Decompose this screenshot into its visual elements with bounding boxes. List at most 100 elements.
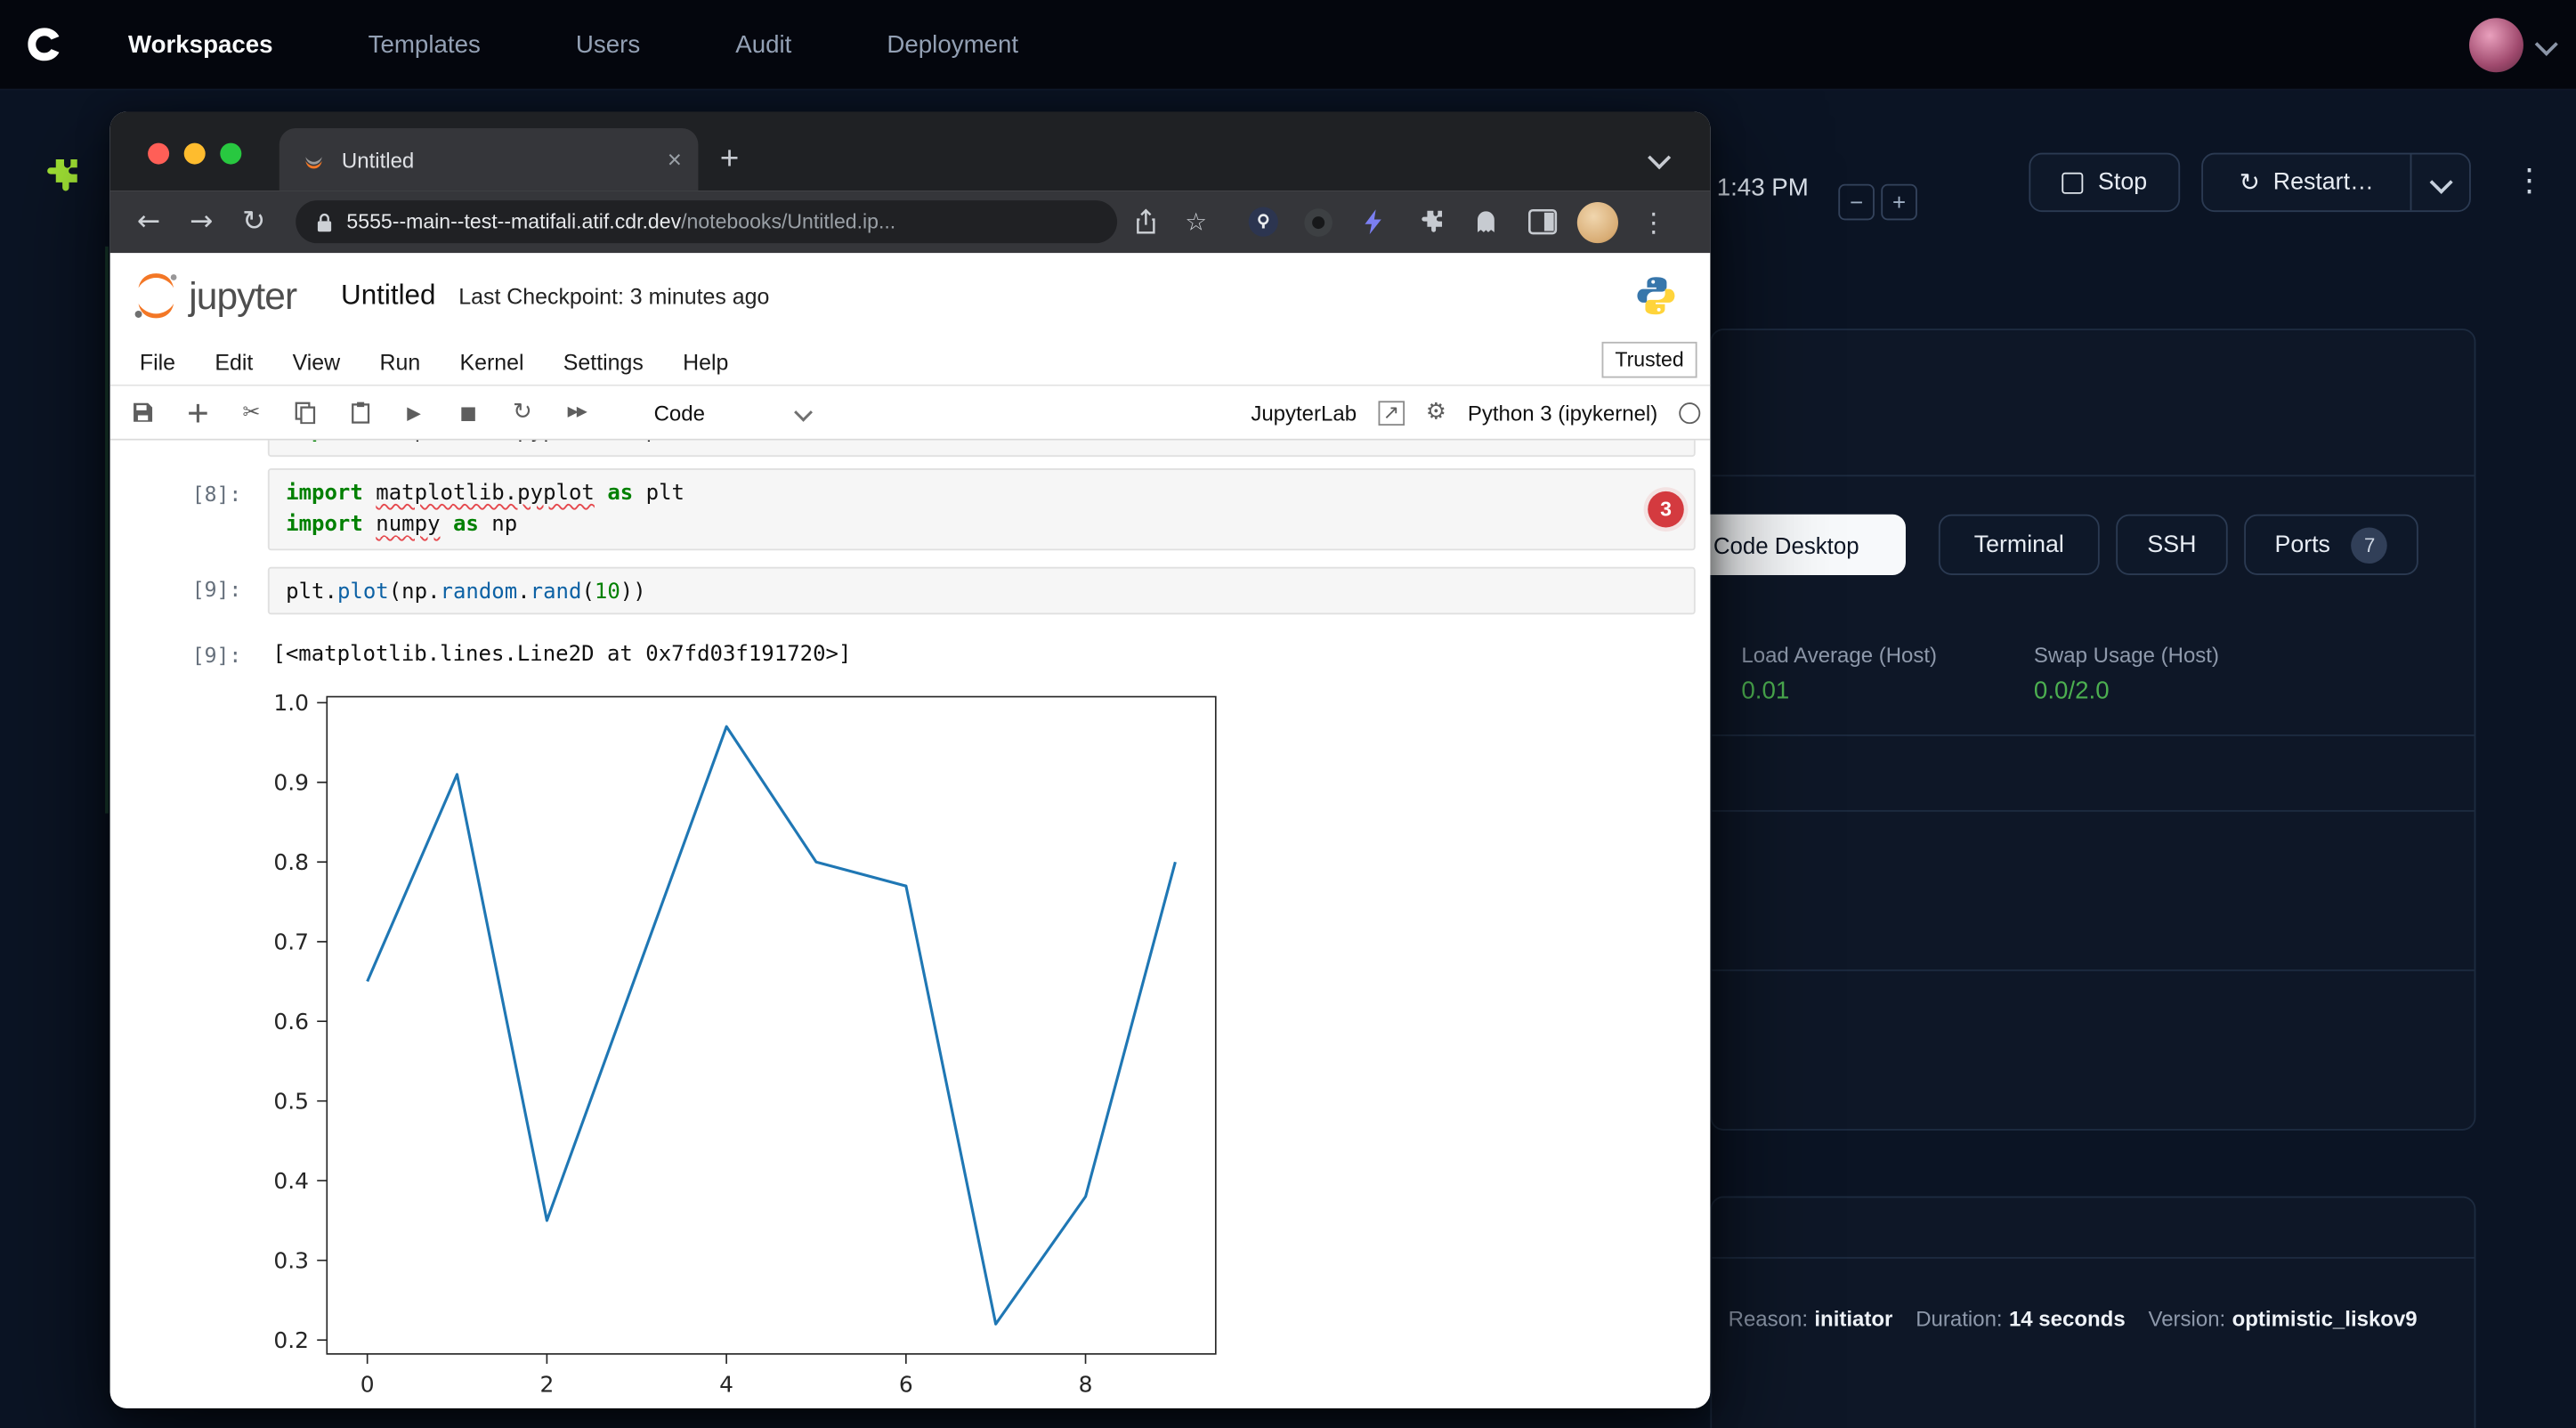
ghost-extension-icon[interactable] xyxy=(1465,201,1506,242)
cut-cells-button[interactable]: ✂ xyxy=(231,393,271,432)
cell-9-editor[interactable]: plt.plot(np.random.rand(10)) xyxy=(268,567,1696,615)
jupyter-menubar: File Edit View Run Kernel Settings Help … xyxy=(110,338,1711,386)
tab-close-icon[interactable]: × xyxy=(668,145,682,173)
terminal-button[interactable]: Terminal xyxy=(1939,515,2100,575)
interrupt-kernel-button[interactable]: ■ xyxy=(449,393,488,432)
ports-button[interactable]: Ports 7 xyxy=(2244,515,2418,575)
extensions-puzzle-icon[interactable] xyxy=(1410,201,1451,242)
browser-tab-untitled[interactable]: Untitled × xyxy=(279,128,699,191)
add-cell-button[interactable] xyxy=(177,393,216,432)
svg-text:0.8: 0.8 xyxy=(273,849,309,875)
copy-cells-button[interactable] xyxy=(286,393,325,432)
build-duration: Duration:14 seconds xyxy=(1916,1306,2125,1331)
cell-type-select[interactable]: Code xyxy=(637,393,828,432)
svg-text:6: 6 xyxy=(899,1371,913,1397)
panel-divider xyxy=(1712,475,2474,476)
swap-usage-value: 0.0/2.0 xyxy=(2034,677,2110,704)
kernel-settings-gear-icon[interactable]: ⚙ xyxy=(1426,399,1446,426)
puzzle-extension-icon[interactable] xyxy=(41,156,80,195)
collaborator-count-badge: 3 xyxy=(1648,491,1684,528)
coder-logo-icon[interactable] xyxy=(20,20,69,69)
menu-file[interactable]: File xyxy=(120,343,195,380)
run-cell-button[interactable]: ▶ xyxy=(394,393,433,432)
browser-window: Untitled × + ← → ↻ 5555--main--test--mat… xyxy=(110,112,1711,1408)
nav-templates[interactable]: Templates xyxy=(369,30,481,58)
paste-cells-button[interactable] xyxy=(340,393,379,432)
window-minimize-button[interactable] xyxy=(184,143,206,165)
svg-text:0.6: 0.6 xyxy=(273,1009,309,1034)
split-view-extension-icon[interactable] xyxy=(1521,201,1562,242)
notebook-title[interactable]: Untitled xyxy=(341,280,435,312)
window-close-button[interactable] xyxy=(148,143,169,165)
cell-9-prompt: [9]: xyxy=(123,573,241,604)
menu-run[interactable]: Run xyxy=(360,343,440,380)
url-path: /notebooks/Untitled.ip... xyxy=(681,210,895,233)
svg-text:0.5: 0.5 xyxy=(273,1089,309,1115)
address-bar[interactable]: 5555--main--test--matifali.atif.cdr.dev/… xyxy=(296,200,1117,243)
restart-button-label: Restart… xyxy=(2273,169,2374,196)
bookmark-star-icon[interactable]: ☆ xyxy=(1173,199,1219,245)
svg-text:1.0: 1.0 xyxy=(273,690,309,716)
user-menu-chevron-icon[interactable] xyxy=(2535,33,2558,56)
menu-view[interactable]: View xyxy=(272,343,360,380)
zoom-in-button[interactable]: + xyxy=(1881,184,1917,221)
panel-divider xyxy=(1712,1257,2474,1259)
menu-kernel[interactable]: Kernel xyxy=(440,343,543,380)
menu-help[interactable]: Help xyxy=(663,343,749,380)
save-button[interactable] xyxy=(123,393,162,432)
panel-divider xyxy=(1712,810,2474,812)
svg-text:0.4: 0.4 xyxy=(273,1168,309,1194)
extension-icons: ⋮ xyxy=(1242,201,1673,242)
cell-8-editor[interactable]: import matplotlib.pyplot as plt import n… xyxy=(268,468,1696,550)
restart-options-chevron[interactable] xyxy=(2410,154,2469,210)
back-button[interactable]: ← xyxy=(125,199,173,245)
notebook-content: import matplotlib.pyplot as plt [8]: imp… xyxy=(110,441,1711,1408)
forward-button[interactable]: → xyxy=(177,199,225,245)
browser-profile-avatar[interactable] xyxy=(1577,201,1618,242)
panel-divider xyxy=(1712,970,2474,971)
ports-button-label: Ports xyxy=(2274,531,2329,558)
workspace-menu-kebab-icon[interactable]: ⋮ xyxy=(2514,163,2545,199)
restart-run-all-button[interactable]: ▶▶ xyxy=(557,393,596,432)
ssh-button[interactable]: SSH xyxy=(2116,515,2228,575)
jupyterlab-link[interactable]: JupyterLab xyxy=(1251,400,1357,425)
external-link-icon[interactable]: ↗ xyxy=(1378,400,1405,425)
build-version: Version:optimistic_liskov9 xyxy=(2149,1306,2418,1331)
browser-menu-kebab-icon[interactable]: ⋮ xyxy=(1633,201,1674,242)
restart-workspace-button[interactable]: ↻ Restart… xyxy=(2203,154,2410,210)
cell-clipped-above[interactable]: import matplotlib.pyplot as plt xyxy=(268,441,1696,457)
user-avatar[interactable] xyxy=(2469,17,2523,71)
output-9-repr: [<matplotlib.lines.Line2D at 0x7fd03f191… xyxy=(272,639,851,670)
nav-audit[interactable]: Audit xyxy=(735,30,791,58)
restart-kernel-button[interactable]: ↻ xyxy=(503,393,542,432)
kernel-name[interactable]: Python 3 (ipykernel) xyxy=(1468,400,1657,425)
dark-extension-icon[interactable] xyxy=(1298,201,1339,242)
terminal-button-label: Terminal xyxy=(1974,531,2064,558)
lightning-extension-icon[interactable] xyxy=(1354,201,1395,242)
workspace-resources-panel xyxy=(1710,329,2475,1131)
nav-deployment[interactable]: Deployment xyxy=(887,30,1018,58)
new-tab-button[interactable]: + xyxy=(708,138,750,181)
reload-button[interactable]: ↻ xyxy=(230,199,278,245)
top-nav-bar: Workspaces Templates Users Audit Deploym… xyxy=(0,0,2576,91)
tab-search-chevron-icon[interactable] xyxy=(1651,144,1667,174)
restart-split-button[interactable]: ↻ Restart… xyxy=(2201,153,2471,212)
share-icon[interactable] xyxy=(1122,199,1169,245)
svg-text:2: 2 xyxy=(539,1371,554,1397)
menu-settings[interactable]: Settings xyxy=(544,343,663,380)
jupyter-header: jupyter Untitled Last Checkpoint: 3 minu… xyxy=(110,253,1711,338)
lock-icon xyxy=(315,211,333,232)
stop-workspace-button[interactable]: Stop xyxy=(2029,153,2180,212)
panel-divider xyxy=(1712,734,2474,736)
svg-text:0.3: 0.3 xyxy=(273,1248,309,1274)
nav-users[interactable]: Users xyxy=(576,30,640,58)
zoom-out-button[interactable]: − xyxy=(1838,184,1875,221)
tab-title: Untitled xyxy=(342,147,668,172)
window-zoom-button[interactable] xyxy=(220,143,241,165)
menu-edit[interactable]: Edit xyxy=(195,343,272,380)
jupyter-favicon xyxy=(301,146,328,173)
cell-type-value: Code xyxy=(654,400,705,425)
trusted-badge[interactable]: Trusted xyxy=(1602,342,1697,378)
nav-workspaces[interactable]: Workspaces xyxy=(128,30,273,58)
password-manager-extension-icon[interactable] xyxy=(1242,201,1283,242)
